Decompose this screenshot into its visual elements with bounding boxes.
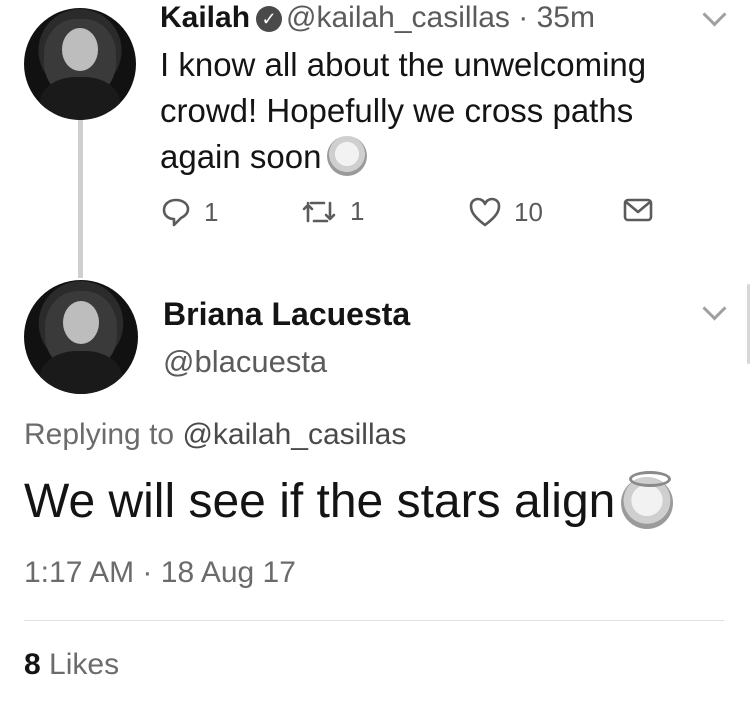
likes-label: Likes [49, 648, 120, 681]
author-name[interactable]: Briana Lacuesta [163, 296, 410, 333]
author-handle[interactable]: @kailah_casillas [286, 1, 510, 34]
like-count: 10 [514, 196, 543, 227]
replying-mention-link[interactable]: @kailah_casillas [182, 418, 406, 451]
reply-button[interactable]: 1 [160, 196, 218, 228]
divider [24, 620, 724, 621]
tweet-actions: 1 1 10 [160, 196, 660, 236]
reply-icon [160, 196, 192, 228]
tweet-text-content: I know all about the unwelcoming crowd! … [160, 46, 647, 175]
like-icon [468, 196, 502, 228]
tweet-text-content: We will see if the stars align [24, 475, 616, 528]
direct-message-button[interactable] [622, 196, 654, 224]
tweet-text: We will see if the stars align [24, 471, 674, 529]
angel-face-emoji [621, 471, 674, 529]
retweet-count: 1 [350, 196, 365, 226]
replying-to: Replying to @kailah_casillas [24, 418, 406, 452]
author-handle[interactable]: @blacuesta [163, 344, 327, 380]
hugging-face-emoji [327, 136, 368, 176]
avatar[interactable] [24, 280, 138, 394]
thread-connector-line [78, 118, 83, 278]
tweet-date: 18 Aug 17 [160, 556, 296, 589]
tweet-header: Kailah ✓ @kailah_casillas · 35m [160, 0, 595, 36]
tweet-time[interactable]: 35m [537, 1, 595, 34]
likes-summary[interactable]: 8 Likes [24, 648, 119, 682]
reply-count: 1 [204, 196, 219, 227]
chevron-down-icon[interactable] [702, 296, 727, 321]
retweet-button[interactable]: 1 [300, 196, 364, 227]
chevron-down-icon[interactable] [702, 2, 727, 27]
direct-message-icon [622, 196, 654, 224]
verified-icon: ✓ [256, 6, 283, 32]
tweet-timestamp: 1:17 AM · 18 Aug 17 [24, 556, 296, 590]
separator-dot: · [518, 1, 529, 34]
author-name[interactable]: Kailah [160, 1, 250, 34]
likes-count: 8 [24, 648, 41, 681]
like-button[interactable]: 10 [468, 196, 543, 228]
tweet-time: 1:17 AM [24, 556, 135, 589]
replying-prefix: Replying to [24, 418, 175, 451]
tweet-text: I know all about the unwelcoming crowd! … [160, 42, 720, 180]
avatar[interactable] [24, 8, 136, 120]
retweet-icon [300, 197, 338, 227]
separator-dot: · [142, 556, 153, 589]
